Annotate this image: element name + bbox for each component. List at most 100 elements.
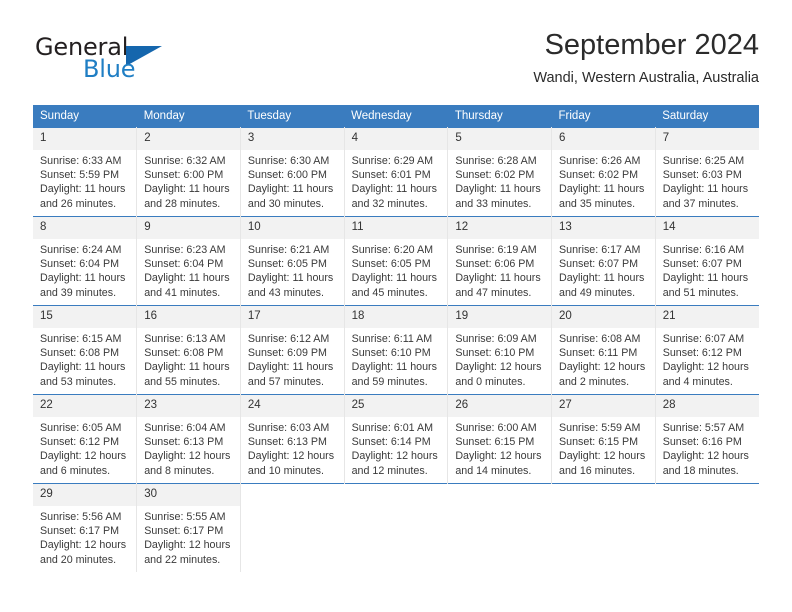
day-cell[interactable]: 20 Sunrise: 6:08 AM Sunset: 6:11 PM Dayligh… xyxy=(551,305,656,395)
day-cell[interactable]: 29 Sunrise: 5:56 AM Sunset: 6:17 PM Dayligh… xyxy=(33,483,138,572)
day-cell[interactable]: 11 Sunrise: 6:20 AM Sunset: 6:05 PM Dayligh… xyxy=(344,216,449,306)
weekday-header-thursday: Thursday xyxy=(447,105,552,128)
daylight-text: Daylight: 11 hours and 35 minutes. xyxy=(559,183,645,210)
sunset-text: Sunset: 6:17 PM xyxy=(144,525,224,538)
sunrise-text: Sunrise: 6:20 AM xyxy=(351,244,433,256)
day-cell[interactable]: 25 Sunrise: 6:01 AM Sunset: 6:14 PM Dayligh… xyxy=(344,394,449,484)
day-cell[interactable]: 7 Sunrise: 6:25 AM Sunset: 6:03 PM Daylight… xyxy=(655,127,759,217)
day-sun-info: Sunrise: 6:20 AM Sunset: 6:05 PM Daylight:… xyxy=(345,239,448,300)
calendar-week-row: 1 Sunrise: 6:33 AM Sunset: 5:59 PM Daylight… xyxy=(33,127,759,217)
day-cell[interactable]: 12 Sunrise: 6:19 AM Sunset: 6:06 PM Dayligh… xyxy=(447,216,553,306)
day-cell[interactable]: 16 Sunrise: 6:13 AM Sunset: 6:08 PM Dayligh… xyxy=(136,305,241,395)
day-cell[interactable]: 24 Sunrise: 6:03 AM Sunset: 6:13 PM Dayligh… xyxy=(240,394,345,484)
daylight-text: Daylight: 11 hours and 41 minutes. xyxy=(144,272,230,299)
daylight-text: Daylight: 11 hours and 43 minutes. xyxy=(247,272,334,299)
day-cell[interactable]: 10 Sunrise: 6:21 AM Sunset: 6:05 PM Dayligh… xyxy=(240,216,345,306)
day-sun-info: Sunrise: 6:33 AM Sunset: 5:59 PM Daylight:… xyxy=(33,150,136,211)
sunrise-text: Sunrise: 6:28 AM xyxy=(455,155,537,167)
day-sun-info: Sunrise: 6:00 AM Sunset: 6:15 PM Daylight:… xyxy=(448,417,551,478)
day-cell[interactable]: 26 Sunrise: 6:00 AM Sunset: 6:15 PM Dayligh… xyxy=(447,394,553,484)
empty-day-cell xyxy=(551,483,656,572)
day-cell[interactable]: 18 Sunrise: 6:11 AM Sunset: 6:10 PM Dayligh… xyxy=(344,305,449,395)
day-sun-info: Sunrise: 6:29 AM Sunset: 6:01 PM Daylight:… xyxy=(345,150,448,211)
sunset-text: Sunset: 6:04 PM xyxy=(40,258,120,271)
weekday-header-friday: Friday xyxy=(551,105,656,128)
day-number: 21 xyxy=(655,306,759,328)
daylight-text: Daylight: 11 hours and 49 minutes. xyxy=(559,272,645,299)
sunset-text: Sunset: 6:09 PM xyxy=(247,347,327,360)
sunrise-text: Sunrise: 6:33 AM xyxy=(40,155,122,167)
calendar-header-row: Sunday Monday Tuesday Wednesday Thursday Frid… xyxy=(33,105,759,128)
sunset-text: Sunset: 6:12 PM xyxy=(40,436,120,449)
day-cell[interactable]: 22 Sunrise: 6:05 AM Sunset: 6:12 PM Dayligh… xyxy=(33,394,138,484)
day-cell[interactable]: 1 Sunrise: 6:33 AM Sunset: 5:59 PM Daylight… xyxy=(33,127,138,217)
daylight-text: Daylight: 11 hours and 26 minutes. xyxy=(40,183,126,210)
day-cell[interactable]: 14 Sunrise: 6:16 AM Sunset: 6:07 PM Dayligh… xyxy=(655,216,759,306)
sunrise-text: Sunrise: 6:12 AM xyxy=(247,333,330,345)
day-cell[interactable]: 27 Sunrise: 5:59 AM Sunset: 6:15 PM Dayligh… xyxy=(551,394,656,484)
day-number: 22 xyxy=(33,395,137,417)
day-number: 5 xyxy=(448,128,552,150)
day-number: 4 xyxy=(344,128,448,150)
generalblue-logo[interactable]: General Blue xyxy=(33,34,243,90)
sunrise-text: Sunrise: 6:00 AM xyxy=(455,422,537,434)
day-cell[interactable]: 3 Sunrise: 6:30 AM Sunset: 6:00 PM Daylight… xyxy=(240,127,345,217)
day-number: 27 xyxy=(552,395,655,417)
day-cell[interactable]: 6 Sunrise: 6:26 AM Sunset: 6:02 PM Daylight… xyxy=(551,127,656,217)
calendar-body: 1 Sunrise: 6:33 AM Sunset: 5:59 PM Daylight… xyxy=(33,127,759,572)
day-cell[interactable]: 2 Sunrise: 6:32 AM Sunset: 6:00 PM Daylight… xyxy=(136,127,241,217)
day-sun-info: Sunrise: 5:56 AM Sunset: 6:17 PM Daylight:… xyxy=(33,506,136,567)
day-number: 7 xyxy=(655,128,759,150)
sunset-text: Sunset: 6:08 PM xyxy=(40,347,120,360)
day-number: 13 xyxy=(552,217,655,239)
daylight-text: Daylight: 11 hours and 55 minutes. xyxy=(144,361,230,388)
day-cell[interactable]: 4 Sunrise: 6:29 AM Sunset: 6:01 PM Daylight… xyxy=(344,127,449,217)
day-cell[interactable]: 5 Sunrise: 6:28 AM Sunset: 6:02 PM Daylight… xyxy=(447,127,553,217)
day-number: 25 xyxy=(344,395,448,417)
daylight-text: Daylight: 11 hours and 39 minutes. xyxy=(40,272,126,299)
day-sun-info: Sunrise: 6:15 AM Sunset: 6:08 PM Daylight:… xyxy=(33,328,136,389)
page-header: General Blue September 2024 Wandi, Weste… xyxy=(33,28,759,98)
daylight-text: Daylight: 12 hours and 12 minutes. xyxy=(351,450,438,477)
sunrise-text: Sunrise: 6:01 AM xyxy=(351,422,433,434)
day-cell[interactable]: 8 Sunrise: 6:24 AM Sunset: 6:04 PM Daylight… xyxy=(33,216,138,306)
sunrise-text: Sunrise: 6:16 AM xyxy=(662,244,745,256)
sunset-text: Sunset: 6:15 PM xyxy=(559,436,639,449)
sunrise-text: Sunrise: 6:13 AM xyxy=(144,333,226,345)
day-cell[interactable]: 9 Sunrise: 6:23 AM Sunset: 6:04 PM Daylight… xyxy=(136,216,241,306)
day-cell[interactable]: 13 Sunrise: 6:17 AM Sunset: 6:07 PM Dayligh… xyxy=(551,216,656,306)
sunrise-text: Sunrise: 5:57 AM xyxy=(662,422,745,434)
day-cell[interactable]: 28 Sunrise: 5:57 AM Sunset: 6:16 PM Dayligh… xyxy=(655,394,759,484)
day-cell[interactable]: 15 Sunrise: 6:15 AM Sunset: 6:08 PM Dayligh… xyxy=(33,305,138,395)
day-number: 11 xyxy=(344,217,448,239)
daylight-text: Daylight: 11 hours and 32 minutes. xyxy=(351,183,437,210)
sunrise-text: Sunrise: 5:56 AM xyxy=(40,511,122,523)
calendar-week-row: 22 Sunrise: 6:05 AM Sunset: 6:12 PM Dayligh… xyxy=(33,394,759,484)
day-sun-info: Sunrise: 6:05 AM Sunset: 6:12 PM Daylight:… xyxy=(33,417,136,478)
day-number: 18 xyxy=(344,306,448,328)
day-sun-info: Sunrise: 6:21 AM Sunset: 6:05 PM Daylight:… xyxy=(241,239,344,300)
day-cell[interactable]: 21 Sunrise: 6:07 AM Sunset: 6:12 PM Dayligh… xyxy=(655,305,759,395)
day-number: 2 xyxy=(137,128,240,150)
daylight-text: Daylight: 11 hours and 57 minutes. xyxy=(247,361,334,388)
daylight-text: Daylight: 12 hours and 20 minutes. xyxy=(40,539,127,566)
daylight-text: Daylight: 11 hours and 53 minutes. xyxy=(40,361,126,388)
day-cell[interactable]: 30 Sunrise: 5:55 AM Sunset: 6:17 PM Dayligh… xyxy=(136,483,241,572)
day-number: 8 xyxy=(33,217,137,239)
sunrise-text: Sunrise: 6:08 AM xyxy=(559,333,641,345)
calendar-week-row: 8 Sunrise: 6:24 AM Sunset: 6:04 PM Daylight… xyxy=(33,216,759,306)
sunset-text: Sunset: 5:59 PM xyxy=(40,169,120,182)
day-sun-info: Sunrise: 6:28 AM Sunset: 6:02 PM Daylight:… xyxy=(448,150,551,211)
day-cell[interactable]: 23 Sunrise: 6:04 AM Sunset: 6:13 PM Dayligh… xyxy=(136,394,241,484)
day-cell[interactable]: 19 Sunrise: 6:09 AM Sunset: 6:10 PM Dayligh… xyxy=(447,305,553,395)
sunset-text: Sunset: 6:03 PM xyxy=(662,169,742,182)
day-cell[interactable]: 17 Sunrise: 6:12 AM Sunset: 6:09 PM Dayligh… xyxy=(240,305,345,395)
sunset-text: Sunset: 6:08 PM xyxy=(144,347,224,360)
sunset-text: Sunset: 6:17 PM xyxy=(40,525,120,538)
empty-day-cell xyxy=(344,483,448,572)
day-sun-info: Sunrise: 6:32 AM Sunset: 6:00 PM Daylight:… xyxy=(137,150,240,211)
day-sun-info: Sunrise: 6:17 AM Sunset: 6:07 PM Daylight:… xyxy=(552,239,655,300)
sunrise-text: Sunrise: 6:11 AM xyxy=(351,333,433,345)
weekday-header-wednesday: Wednesday xyxy=(344,105,448,128)
sunrise-text: Sunrise: 6:19 AM xyxy=(455,244,537,256)
